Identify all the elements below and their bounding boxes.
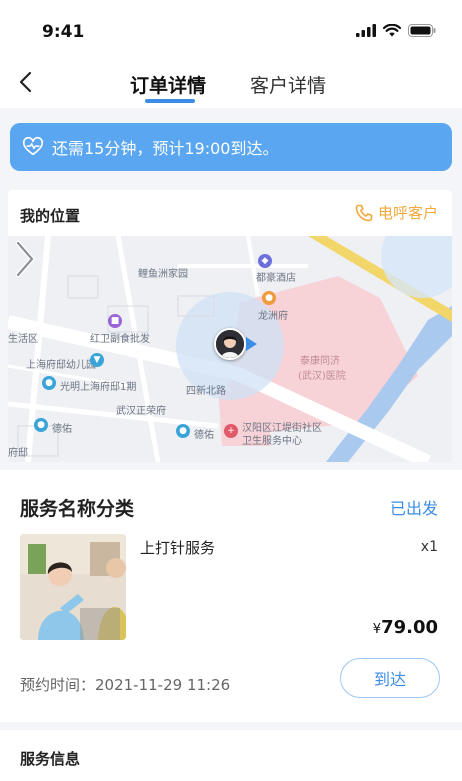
location-title: 我的位置	[20, 207, 81, 225]
arrive-button[interactable]: 到达	[340, 658, 440, 698]
map-label-health-station: 生活区	[8, 334, 38, 345]
arrival-notice-banner: 还需15分钟，预计19:00到达。	[10, 123, 452, 171]
status-time: 9:41	[42, 22, 85, 42]
map-label-desheng-1: 德佑	[52, 424, 72, 435]
location-card: 我的位置 电呼客户 鲤鱼洲家园 ◆ 都豪酒店 ● 龙洲府 ■ 红卫副食批发 生活…	[8, 190, 452, 462]
map-label-fudi: 府邸	[8, 448, 28, 459]
map-label-desheng-2: 德佑	[194, 430, 214, 441]
map-label-hospital-line1: 泰康同济	[300, 356, 340, 367]
map-label-road: 四新北路	[186, 386, 226, 397]
call-customer-label: 电呼客户	[377, 204, 438, 222]
status-icons	[356, 24, 436, 37]
wifi-icon	[383, 24, 401, 37]
arrival-notice-text: 还需15分钟，预计19:00到达。	[52, 139, 279, 158]
phone-icon	[355, 204, 373, 221]
direction-arrow-icon	[246, 337, 257, 351]
navigation-bar: 订单详情 客户详情	[0, 56, 462, 108]
map-label-community: 鲤鱼洲家园	[138, 269, 188, 280]
service-info-card: 服务信息	[0, 730, 462, 781]
active-tab-indicator	[145, 99, 195, 103]
user-avatar-pin[interactable]	[214, 328, 246, 360]
kindergarten-poi-icon: ▼	[90, 353, 104, 367]
service-item-name: 上打针服务	[140, 539, 216, 557]
map-label-guangming: 光明上海府邸1期	[60, 382, 137, 393]
map-label-kindergarten: 上海府邸幼儿园	[26, 360, 96, 371]
tab-customer-details[interactable]: 客户详情	[250, 71, 326, 98]
shop-poi-icon: ■	[108, 314, 122, 328]
map-label-hotel: 都豪酒店	[256, 273, 296, 284]
appointment-time: 预约时间：2021-11-29 11:26	[20, 676, 231, 694]
service-quantity: x1	[420, 539, 438, 555]
service-thumbnail-image	[20, 534, 126, 640]
desheng-poi-icon-2: ●	[176, 424, 190, 438]
price-amount: 79.00	[381, 617, 438, 638]
map-label-health-center-line2: 卫生服务中心	[242, 436, 302, 447]
status-bar: 9:41	[0, 0, 462, 56]
service-status-badge: 已出发	[389, 499, 438, 518]
service-price: ¥79.00	[373, 617, 438, 638]
map-label-hongwei: 红卫副食批发	[90, 334, 150, 345]
battery-icon	[408, 24, 436, 37]
hotel-poi-icon: ◆	[258, 254, 272, 268]
residence-poi-icon: ●	[262, 291, 276, 305]
call-customer-button[interactable]: 电呼客户	[354, 202, 438, 223]
service-info-title: 服务信息	[20, 750, 81, 768]
service-card: 服务名称分类 已出发 上打针服务 x1 ¥79.00 预约时间：2021-11-…	[0, 470, 462, 722]
location-map[interactable]: 鲤鱼洲家园 ◆ 都豪酒店 ● 龙洲府 ■ 红卫副食批发 生活区 上海府邸幼儿园 …	[8, 236, 452, 462]
map-label-longzhou: 龙洲府	[258, 311, 288, 322]
currency-symbol: ¥	[372, 622, 382, 637]
desheng-poi-icon-1: ●	[34, 418, 48, 432]
back-arrow-icon[interactable]	[16, 70, 36, 94]
health-center-poi-icon: +	[224, 424, 238, 438]
map-label-hospital-line2: (武汉)医院	[298, 371, 346, 382]
building-poi-icon: ●	[42, 376, 56, 390]
map-label-wuhan-home: 武汉正荣府	[116, 406, 166, 417]
avatar-portrait-icon	[216, 330, 244, 358]
chevron-right-icon[interactable]	[8, 236, 40, 282]
heart-pulse-icon	[22, 136, 44, 156]
signal-icon	[356, 24, 376, 37]
service-category-title: 服务名称分类	[20, 498, 135, 520]
tab-order-details[interactable]: 订单详情	[130, 71, 206, 98]
